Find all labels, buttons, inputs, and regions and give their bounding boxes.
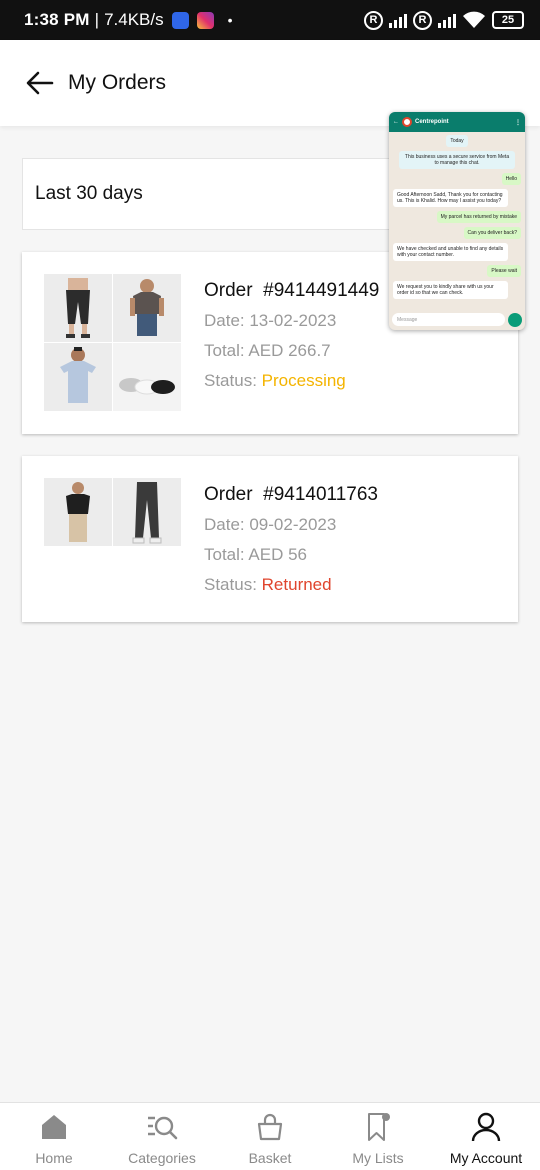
- order-label: Order: [204, 484, 253, 505]
- back-button[interactable]: [20, 63, 60, 103]
- product-image-capri-pants: [44, 274, 112, 342]
- chat-message-bubble: Can you deliver back?: [463, 227, 521, 239]
- filter-label: Last 30 days: [35, 183, 143, 204]
- order-number-line: Order #9414011763: [204, 480, 378, 510]
- network-speed: 7.4KB/s: [104, 10, 164, 29]
- order-card[interactable]: Order #9414011763 Date: 09-02-2023 Total…: [22, 456, 518, 622]
- order-total: Total: AED 56: [204, 545, 308, 564]
- order-number-line: Order #9414491449: [204, 276, 379, 306]
- signal-icon: [389, 12, 407, 28]
- more-menu-icon: ⋮: [515, 119, 521, 126]
- order-number: #9414491449: [263, 280, 380, 301]
- user-icon: [471, 1112, 501, 1142]
- back-arrow-icon: ←: [393, 119, 399, 125]
- order-number: #9414011763: [263, 484, 378, 505]
- nav-label: Basket: [248, 1150, 292, 1166]
- order-info: Order #9414491449 Date: 13-02-2023 Total…: [204, 276, 379, 396]
- chat-input-bar: Message: [392, 312, 522, 327]
- chat-message-bubble: Good Afternoon Sadd, Thank you for conta…: [393, 189, 509, 207]
- notification-dot: •: [227, 12, 233, 28]
- page-title: My Orders: [68, 71, 167, 94]
- product-image-black-tshirt: [44, 478, 112, 546]
- messages-app-icon: [171, 11, 189, 29]
- status-time: 1:38 PM: [24, 10, 90, 29]
- status-badge: Processing: [261, 371, 346, 390]
- chat-header: ← Centrepoint ⋮: [389, 112, 525, 132]
- status-label: Status:: [204, 371, 257, 390]
- categories-search-icon: [148, 1116, 178, 1140]
- nav-item-categories[interactable]: Categories: [108, 1103, 216, 1170]
- chat-messages: Today This business uses a secure service…: [389, 132, 525, 302]
- product-image-socks: [113, 343, 181, 411]
- order-date: Date: 09-02-2023: [204, 515, 337, 534]
- nav-label: My Lists: [352, 1150, 404, 1166]
- chat-message-bubble: We request you to kindly share with us y…: [393, 281, 509, 299]
- nav-item-my-lists[interactable]: My Lists: [324, 1103, 432, 1170]
- home-icon: [42, 1115, 66, 1139]
- chat-message-bubble: We have checked and unable to find any d…: [393, 243, 509, 261]
- chat-message-bubble: Hello: [501, 173, 521, 185]
- status-badge: Returned: [261, 575, 332, 594]
- nav-item-home[interactable]: Home: [0, 1103, 108, 1170]
- status-label: Status:: [204, 575, 257, 594]
- arrow-left-icon: [26, 71, 54, 95]
- order-info: Order #9414011763 Date: 09-02-2023 Total…: [204, 480, 378, 600]
- microphone-icon[interactable]: [508, 312, 522, 327]
- chat-message-bubble: This business uses a secure service from…: [399, 151, 515, 169]
- centrepoint-logo-icon: [402, 117, 412, 127]
- nav-label: Categories: [128, 1150, 196, 1166]
- nav-label: My Account: [449, 1150, 523, 1166]
- order-thumbnails: [44, 274, 181, 411]
- product-image-blue-tshirt: [44, 343, 112, 411]
- status-separator: |: [94, 10, 100, 29]
- status-bar: 1:38 PM | 7.4KB/s • R R 25: [0, 0, 540, 40]
- product-image-joggers: [113, 478, 181, 546]
- chat-message-bubble: Today: [446, 135, 468, 147]
- nav-item-basket[interactable]: Basket: [216, 1103, 324, 1170]
- order-date: Date: 13-02-2023: [204, 311, 337, 330]
- bottom-navigation: Home Categories Basket My Lists My Accou…: [0, 1102, 540, 1170]
- chat-message-bubble: My parcel has returned by mistake: [436, 211, 521, 223]
- bookmark-icon: [368, 1113, 390, 1141]
- wifi-icon: [463, 11, 485, 28]
- chat-message-bubble: Please wait: [487, 265, 521, 277]
- instagram-icon: [196, 11, 214, 29]
- basket-icon: [257, 1113, 283, 1141]
- nav-label: Home: [35, 1150, 73, 1166]
- floating-chat-window[interactable]: ← Centrepoint ⋮ Today This business uses …: [389, 112, 525, 330]
- chat-contact-name: Centrepoint: [415, 119, 449, 125]
- nav-item-my-account[interactable]: My Account: [432, 1103, 540, 1170]
- order-status-line: Status: Returned: [204, 570, 378, 600]
- roaming-icon: R: [364, 10, 383, 30]
- battery-icon: 25: [492, 11, 524, 29]
- signal-icon-2: [438, 12, 456, 28]
- order-total: Total: AED 266.7: [204, 341, 331, 360]
- product-image-grey-tshirt: [113, 274, 181, 342]
- order-label: Order: [204, 280, 253, 301]
- order-status-line: Status: Processing: [204, 366, 379, 396]
- chat-message-input[interactable]: Message: [392, 313, 505, 326]
- order-thumbnails: [44, 478, 181, 546]
- roaming-icon-2: R: [413, 10, 432, 30]
